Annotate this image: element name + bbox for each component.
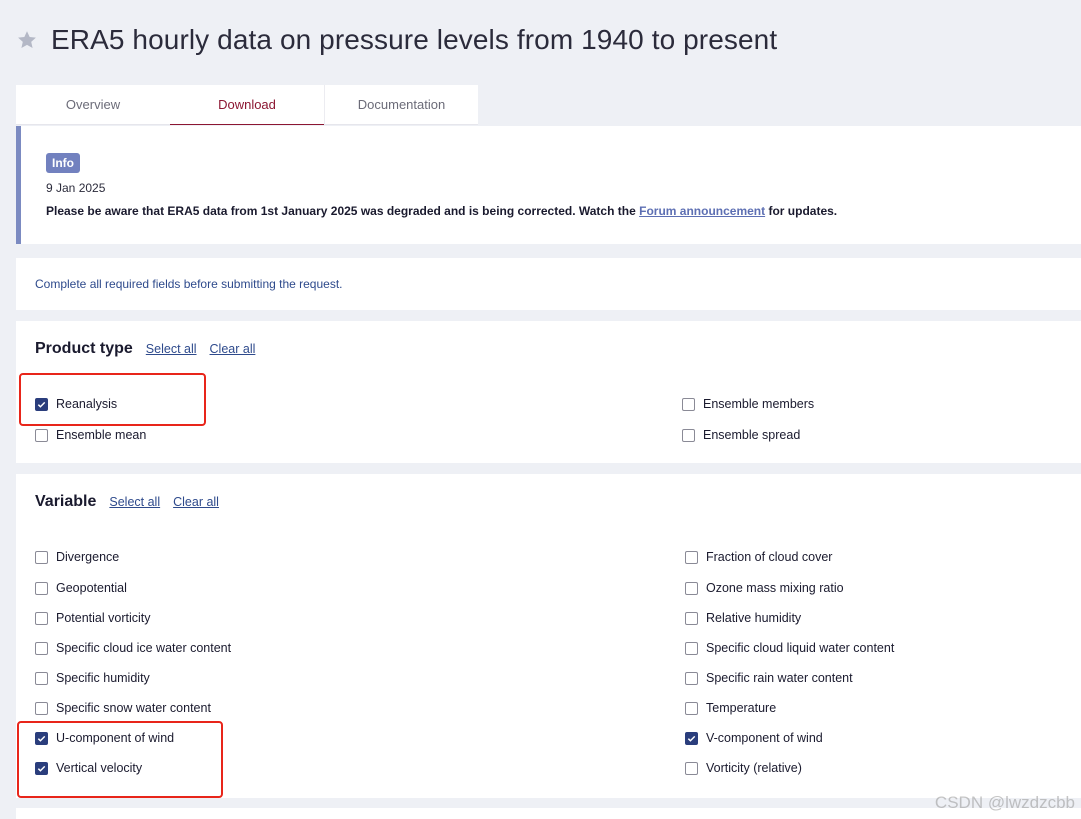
variable-title: Variable	[35, 493, 97, 510]
option-label: Ensemble spread	[703, 428, 801, 442]
info-message-text: Please be aware that ERA5 data from 1st …	[46, 204, 640, 218]
variable-header: Variable Select all Clear all	[35, 493, 232, 511]
info-badge: Info	[46, 153, 80, 173]
title-row: ERA5 hourly data on pressure levels from…	[16, 24, 777, 56]
tab-overview[interactable]: Overview	[16, 85, 170, 125]
product-type-header: Product type Select all Clear all	[35, 340, 268, 358]
option-label: Relative humidity	[706, 611, 802, 625]
variable-clear-all[interactable]: Clear all	[173, 495, 219, 509]
checkbox[interactable]	[35, 641, 48, 655]
checkbox[interactable]	[35, 550, 48, 564]
tab-bar: Overview Download Documentation	[16, 85, 478, 125]
checkbox[interactable]	[685, 550, 698, 564]
checkbox[interactable]	[682, 397, 695, 411]
option-v-component-of-wind[interactable]: V-component of wind	[685, 731, 823, 745]
option-specific-snow-water-content[interactable]: Specific snow water content	[35, 701, 211, 715]
option-temperature[interactable]: Temperature	[685, 701, 776, 715]
option-label: Temperature	[706, 701, 777, 715]
option-label: Potential vorticity	[56, 611, 151, 625]
checkbox[interactable]	[35, 671, 48, 685]
checkbox[interactable]	[35, 701, 48, 715]
option-label: V-component of wind	[706, 731, 823, 745]
page-title: ERA5 hourly data on pressure levels from…	[51, 24, 778, 55]
option-label: Fraction of cloud cover	[706, 550, 833, 564]
info-date: 9 Jan 2025	[46, 181, 106, 195]
option-label: Divergence	[56, 550, 120, 564]
checkbox[interactable]	[685, 701, 698, 715]
option-ensemble-mean[interactable]: Ensemble mean	[35, 428, 146, 442]
product-type-title: Product type	[35, 340, 133, 357]
tab-download[interactable]: Download	[170, 85, 324, 125]
option-divergence[interactable]: Divergence	[35, 550, 119, 564]
tab-documentation[interactable]: Documentation	[324, 85, 478, 125]
option-ensemble-members[interactable]: Ensemble members	[682, 397, 814, 411]
option-ozone-mass-mixing-ratio[interactable]: Ozone mass mixing ratio	[685, 581, 844, 595]
option-specific-cloud-ice-water-content[interactable]: Specific cloud ice water content	[35, 641, 231, 655]
option-label: Vorticity (relative)	[706, 761, 802, 775]
option-potential-vorticity[interactable]: Potential vorticity	[35, 611, 150, 625]
product-type-clear-all[interactable]: Clear all	[210, 342, 256, 356]
watermark: CSDN @lwzdzcbb	[934, 793, 1075, 812]
option-label: Ensemble members	[703, 397, 815, 411]
option-label: Specific cloud ice water content	[56, 641, 232, 655]
option-geopotential[interactable]: Geopotential	[35, 581, 127, 595]
notice-box: Complete all required fields before subm…	[16, 258, 1081, 310]
checkbox[interactable]	[685, 671, 698, 685]
check-icon	[687, 735, 696, 742]
option-relative-humidity[interactable]: Relative humidity	[685, 611, 801, 625]
option-ensemble-spread[interactable]: Ensemble spread	[682, 428, 800, 442]
option-label: Geopotential	[56, 581, 127, 595]
checkbox[interactable]	[685, 641, 698, 655]
info-message-suffix: for updates.	[765, 204, 838, 218]
option-specific-humidity[interactable]: Specific humidity	[35, 671, 150, 685]
checkbox[interactable]	[682, 428, 695, 442]
option-specific-rain-water-content[interactable]: Specific rain water content	[685, 671, 853, 685]
option-label: Specific snow water content	[56, 701, 211, 715]
option-label: Specific rain water content	[706, 671, 853, 685]
required-fields-notice: Complete all required fields before subm…	[35, 277, 343, 291]
option-label: Specific cloud liquid water content	[706, 641, 895, 655]
checkbox[interactable]	[35, 611, 48, 625]
option-fraction-of-cloud-cover[interactable]: Fraction of cloud cover	[685, 550, 832, 564]
option-vorticity-relative[interactable]: Vorticity (relative)	[685, 761, 802, 775]
checkbox[interactable]	[35, 581, 48, 595]
option-label: Specific humidity	[56, 671, 150, 685]
info-message: Please be aware that ERA5 data from 1st …	[46, 204, 837, 218]
option-label: Ozone mass mixing ratio	[706, 581, 844, 595]
next-panel-edge	[16, 808, 1081, 819]
checkbox[interactable]	[35, 428, 48, 442]
star-icon[interactable]	[16, 29, 38, 51]
option-specific-cloud-liquid-water-content[interactable]: Specific cloud liquid water content	[685, 641, 894, 655]
checkbox[interactable]	[685, 731, 698, 745]
forum-announcement-link[interactable]: Forum announcement	[639, 204, 765, 218]
variable-select-all[interactable]: Select all	[109, 495, 160, 509]
checkbox[interactable]	[685, 761, 698, 775]
option-label: Ensemble mean	[56, 428, 147, 442]
highlight-box-variable	[17, 721, 223, 798]
info-box: Info 9 Jan 2025 Please be aware that ERA…	[16, 126, 1081, 244]
highlight-box-product-type	[19, 373, 206, 426]
checkbox[interactable]	[685, 581, 698, 595]
checkbox[interactable]	[685, 611, 698, 625]
product-type-select-all[interactable]: Select all	[146, 342, 197, 356]
